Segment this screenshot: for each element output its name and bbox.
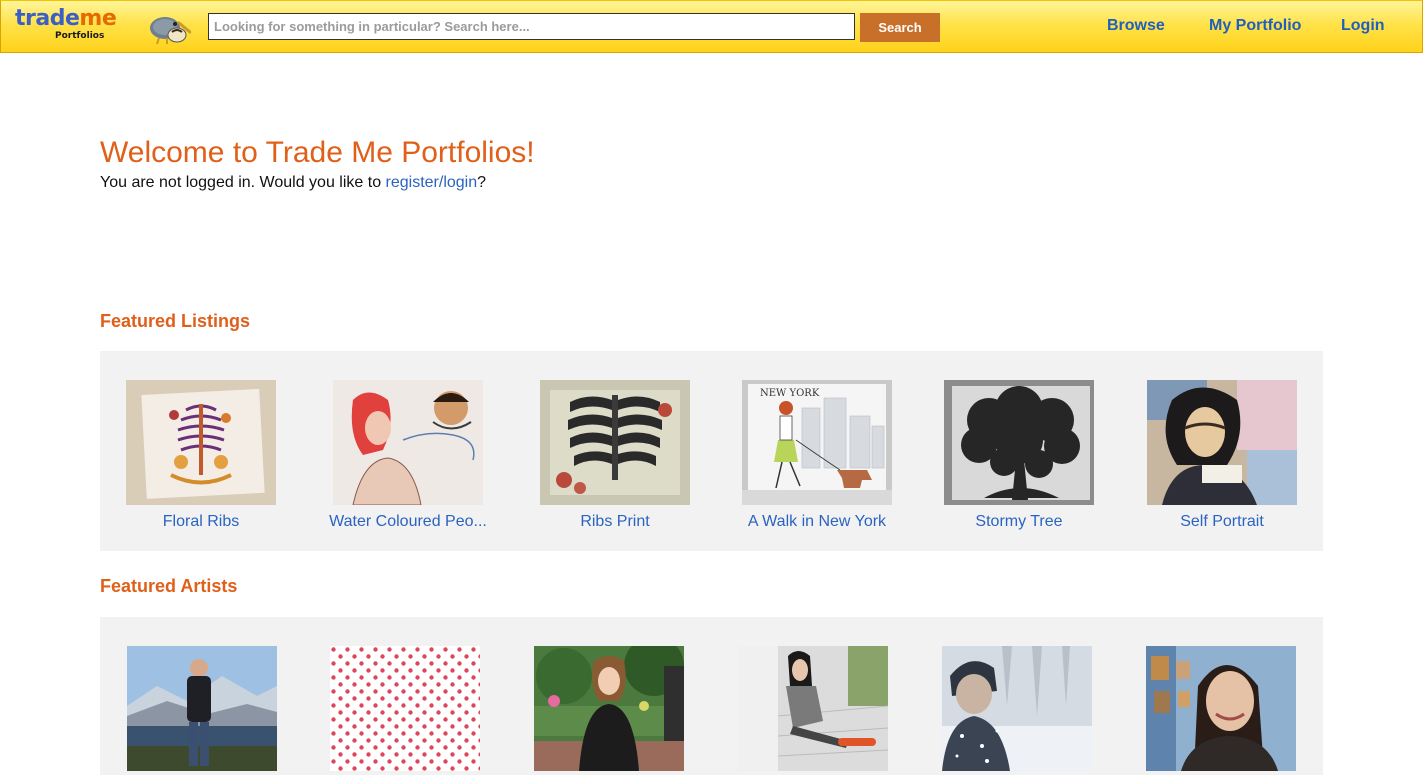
listing-thumbnail[interactable] [944, 380, 1094, 505]
trade-me-logo[interactable]: trademe Portfolios [15, 6, 195, 46]
logo-wordmark: trademe [15, 6, 117, 32]
listing-title-link[interactable]: A Walk in New York [702, 513, 932, 531]
listing-thumbnail[interactable] [333, 380, 483, 505]
top-bar: trademe Portfolios Search Browse My Port… [0, 0, 1423, 53]
login-prompt-text: You are not logged in. Would you like to [100, 174, 386, 191]
artist-avatar[interactable] [738, 646, 888, 771]
listing-title-link[interactable]: Stormy Tree [904, 513, 1134, 531]
logo-word-trade: trade [15, 6, 80, 31]
artist-avatar[interactable] [942, 646, 1092, 771]
artist-avatar[interactable] [534, 646, 684, 771]
logo-subtitle: Portfolios [55, 31, 105, 41]
search-input[interactable] [208, 13, 855, 40]
listing-title-link[interactable]: Floral Ribs [86, 513, 316, 531]
page-title: Welcome to Trade Me Portfolios! [100, 136, 535, 169]
artist-avatar[interactable] [1146, 646, 1296, 771]
artist-avatar[interactable] [330, 646, 480, 771]
artist-avatar[interactable] [127, 646, 277, 771]
listing-title-link[interactable]: Self Portrait [1107, 513, 1337, 531]
featured-listings-panel: Floral Ribs Water Coloured Peo... Ribs P… [100, 351, 1323, 551]
login-prompt: You are not logged in. Would you like to… [100, 174, 486, 192]
featured-artists-heading: Featured Artists [100, 576, 238, 596]
nav-login[interactable]: Login [1341, 17, 1385, 35]
logo-word-me: me [79, 6, 117, 31]
search-button[interactable]: Search [860, 13, 940, 42]
featured-listings-heading: Featured Listings [100, 311, 251, 331]
nav-my-portfolio[interactable]: My Portfolio [1209, 17, 1301, 35]
login-prompt-end: ? [477, 174, 487, 191]
featured-artists-panel [100, 617, 1323, 775]
listing-title-link[interactable]: Water Coloured Peo... [293, 513, 523, 531]
listing-thumbnail[interactable]: NEW YORK [742, 380, 892, 505]
svg-text:NEW YORK: NEW YORK [760, 388, 820, 399]
listing-thumbnail[interactable] [540, 380, 690, 505]
listing-thumbnail[interactable] [126, 380, 276, 505]
listing-thumbnail[interactable] [1147, 380, 1297, 505]
nav-browse[interactable]: Browse [1107, 17, 1165, 35]
kiwi-mascot-icon [150, 17, 191, 45]
listing-title-link[interactable]: Ribs Print [500, 513, 730, 531]
register-login-link[interactable]: register/login [386, 174, 478, 191]
